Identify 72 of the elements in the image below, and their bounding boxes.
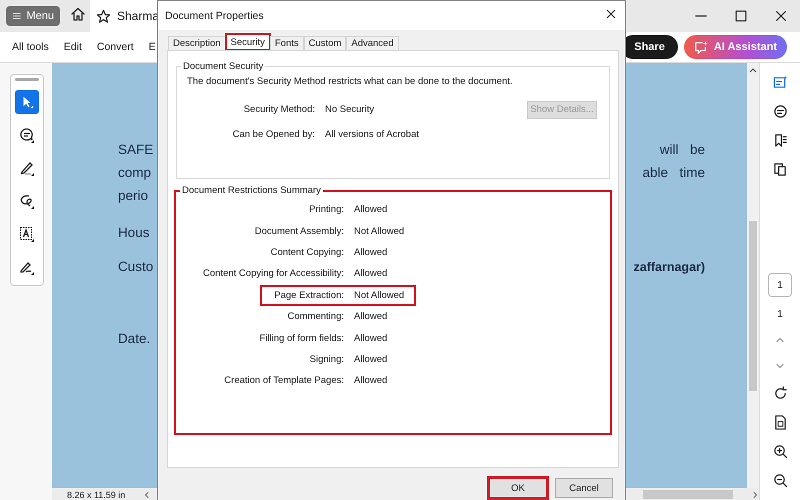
rotate-icon[interactable] bbox=[772, 386, 788, 401]
star-icon[interactable] bbox=[96, 8, 111, 24]
document-text: perio bbox=[118, 188, 148, 203]
menu-button[interactable]: Menu bbox=[6, 6, 60, 26]
zoom-in-icon[interactable] bbox=[772, 444, 788, 459]
restriction-label: Filling of form fields: bbox=[258, 332, 345, 344]
document-text: Custo bbox=[118, 259, 154, 274]
field-label: Can be Opened by: bbox=[232, 129, 316, 140]
document-text: zaffarnagar) bbox=[634, 260, 706, 274]
restriction-value: Not Allowed bbox=[354, 290, 404, 301]
bookmark-icon[interactable] bbox=[772, 133, 788, 148]
close-icon[interactable] bbox=[605, 8, 617, 20]
scroll-right-icon[interactable] bbox=[751, 490, 760, 498]
cancel-button[interactable]: Cancel bbox=[555, 478, 613, 498]
field-value: No Security bbox=[325, 104, 374, 115]
ai-assistant-button[interactable]: AI Assistant bbox=[684, 35, 787, 59]
zoom-out-icon[interactable] bbox=[772, 473, 788, 488]
document-text: comp bbox=[118, 165, 151, 180]
restriction-label: Creation of Template Pages: bbox=[223, 375, 345, 386]
maximize-icon[interactable] bbox=[734, 9, 748, 23]
toolbar-menu-item[interactable]: Edit bbox=[64, 41, 82, 53]
pages-icon[interactable] bbox=[772, 162, 788, 177]
restriction-label: Content Copying for Accessibility: bbox=[202, 268, 345, 280]
ok-button[interactable]: OK bbox=[489, 478, 547, 498]
pencil-icon bbox=[19, 160, 35, 176]
document-text: Date. bbox=[118, 331, 150, 346]
home-icon[interactable] bbox=[70, 6, 86, 22]
text-box-icon bbox=[19, 226, 35, 242]
group-title: Document Restrictions Summary bbox=[181, 185, 322, 196]
restriction-value: Allowed bbox=[354, 354, 388, 365]
toolbar-menu-item[interactable]: All tools bbox=[12, 41, 49, 53]
toolbar-menu-item[interactable]: E bbox=[148, 41, 156, 53]
page-size-text: 8.26 x 11.59 in bbox=[66, 490, 126, 500]
restriction-value: Not Allowed bbox=[354, 226, 404, 237]
lasso-icon bbox=[19, 193, 35, 209]
menu-icon[interactable] bbox=[12, 10, 22, 22]
document-text: Hous bbox=[118, 225, 150, 240]
restriction-label: Commenting: bbox=[286, 311, 345, 322]
scroll-up-icon[interactable] bbox=[749, 67, 758, 73]
dialog-tab[interactable]: Custom bbox=[304, 36, 346, 50]
document-text: able time bbox=[642, 165, 706, 180]
restriction-value: Allowed bbox=[354, 246, 388, 258]
security-description: The document's Security Method restricts what can be done to the document. bbox=[187, 76, 514, 87]
group-title: Document Security bbox=[182, 61, 264, 72]
dialog-tab[interactable]: Fonts bbox=[270, 36, 304, 50]
dialog-tab[interactable]: Advanced bbox=[346, 36, 399, 50]
dialog-tab[interactable]: Security bbox=[226, 34, 270, 50]
comment-icon bbox=[19, 127, 35, 143]
chat-sparkle-icon bbox=[694, 40, 708, 54]
horizontal-scroll-thumb[interactable] bbox=[643, 490, 734, 499]
document-text: SAFE bbox=[118, 142, 154, 157]
restriction-value: Allowed bbox=[354, 268, 388, 280]
ai-chat-icon[interactable] bbox=[772, 75, 788, 90]
restriction-value: Allowed bbox=[354, 375, 388, 386]
page-number-field[interactable]: 1 bbox=[768, 273, 792, 297]
field-label: Security Method: bbox=[242, 104, 316, 115]
comment-icon[interactable] bbox=[772, 104, 788, 119]
document-text: will be bbox=[660, 142, 706, 157]
restriction-value: Allowed bbox=[354, 332, 388, 344]
restriction-value: Allowed bbox=[354, 204, 388, 216]
restriction-value: Allowed bbox=[354, 311, 388, 322]
close-icon[interactable] bbox=[774, 9, 788, 23]
page-count: 1 bbox=[777, 309, 783, 320]
restriction-label: Document Assembly: bbox=[254, 226, 345, 237]
restriction-label: Content Copying: bbox=[270, 246, 345, 258]
field-value: All versions of Acrobat bbox=[325, 129, 419, 140]
restriction-label: Page Extraction: bbox=[273, 290, 345, 301]
restriction-label: Signing: bbox=[308, 354, 345, 365]
restriction-label: Printing: bbox=[308, 204, 345, 216]
dialog-tab[interactable]: Description bbox=[168, 36, 226, 50]
fit-page-icon[interactable] bbox=[772, 415, 788, 430]
toolbar-menu-item[interactable]: Convert bbox=[96, 41, 134, 53]
